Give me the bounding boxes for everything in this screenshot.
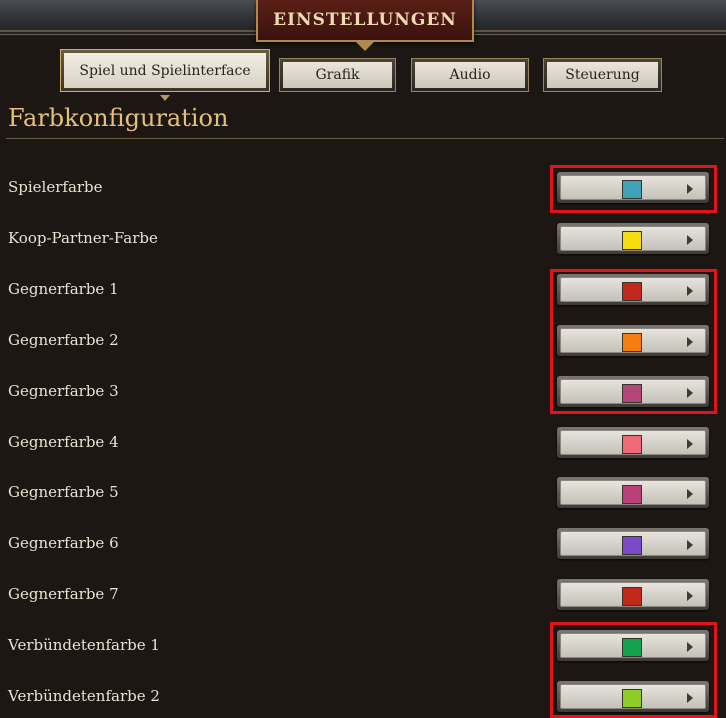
page-title: Einstellungen — [273, 10, 457, 30]
color-swatch — [622, 231, 642, 250]
color-picker-button[interactable] — [557, 579, 709, 610]
color-row-label: Gegnerfarbe 1 — [8, 280, 119, 298]
color-row-label: Spielerfarbe — [8, 178, 103, 196]
tab-label: Steuerung — [547, 62, 658, 88]
tab-label: Spiel und Spielinterface — [64, 53, 266, 88]
color-picker-face — [560, 480, 706, 505]
color-picker-face — [560, 430, 706, 455]
color-row-label: Verbündetenfarbe 1 — [8, 636, 160, 654]
color-picker-button[interactable] — [557, 427, 709, 458]
color-picker-face — [560, 582, 706, 607]
color-row-label: Koop-Partner-Farbe — [8, 229, 158, 247]
arrow-right-icon — [687, 540, 693, 550]
tab-steuerung[interactable]: Steuerung — [543, 58, 662, 92]
color-picker-button[interactable] — [557, 477, 709, 508]
arrow-right-icon — [687, 235, 693, 245]
tab-grafik[interactable]: Grafik — [279, 58, 396, 92]
color-row-label: Gegnerfarbe 2 — [8, 331, 119, 349]
color-swatch — [622, 587, 642, 606]
color-row-label: Gegnerfarbe 7 — [8, 585, 119, 603]
tab-label: Grafik — [283, 62, 392, 88]
highlight-box — [550, 165, 717, 213]
highlight-box — [550, 622, 717, 718]
color-swatch — [622, 536, 642, 555]
active-tab-pointer-icon — [160, 95, 170, 101]
tab-spiel-und-spielinterface[interactable]: Spiel und Spielinterface — [60, 49, 270, 92]
highlight-box — [550, 269, 717, 414]
arrow-right-icon — [687, 439, 693, 449]
arrow-right-icon — [687, 489, 693, 499]
section-divider — [6, 138, 724, 139]
color-picker-button[interactable] — [557, 223, 709, 254]
title-plaque: Einstellungen — [256, 0, 474, 51]
color-picker-face — [560, 226, 706, 251]
color-swatch — [622, 435, 642, 454]
color-row-label: Verbündetenfarbe 2 — [8, 687, 160, 705]
color-row-label: Gegnerfarbe 5 — [8, 483, 119, 501]
color-swatch — [622, 485, 642, 504]
color-row-label: Gegnerfarbe 6 — [8, 534, 119, 552]
section-title: Farbkonfiguration — [8, 104, 229, 132]
tab-label: Audio — [415, 62, 525, 88]
color-picker-button[interactable] — [557, 528, 709, 559]
arrow-right-icon — [687, 591, 693, 601]
tab-audio[interactable]: Audio — [411, 58, 529, 92]
color-row-label: Gegnerfarbe 3 — [8, 382, 119, 400]
color-picker-face — [560, 531, 706, 556]
color-row-label: Gegnerfarbe 4 — [8, 433, 119, 451]
